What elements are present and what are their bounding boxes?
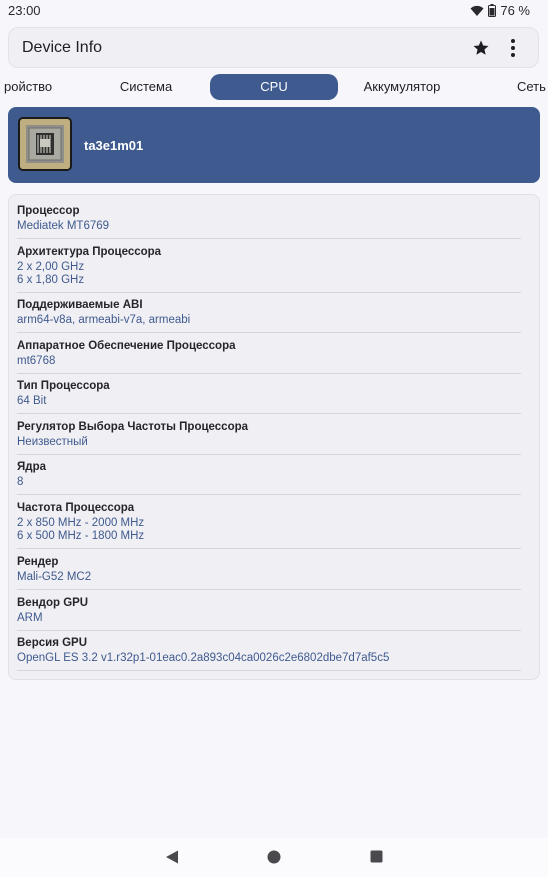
info-label: Процессор: [17, 205, 80, 217]
info-label: Ядра: [17, 461, 46, 473]
cpu-info-card: Процессор Mediatek MT6769 Архитектура Пр…: [8, 194, 540, 680]
info-label: Архитектура Процессора: [17, 246, 162, 258]
info-row-abi: Поддерживаемые ABI arm64-v8a, armeabi-v7…: [17, 299, 521, 333]
info-value: 2 x 850 MHz - 2000 MHz: [17, 517, 145, 529]
info-value: OpenGL ES 3.2 v1.r32p1-01eac0.2a893c04ca…: [17, 652, 390, 664]
tab-system[interactable]: Система: [96, 74, 196, 100]
info-value: Mali-G52 MC2: [17, 571, 92, 583]
info-value: mt6768: [17, 355, 56, 367]
info-value: 6 x 500 MHz - 1800 MHz: [17, 530, 145, 542]
info-row-gpu-version: Версия GPU OpenGL ES 3.2 v1.r32p1-01eac0…: [17, 637, 521, 671]
device-header-card: ta3e1m01: [8, 107, 540, 183]
info-row-gpu-vendor: Вендор GPU ARM: [17, 597, 521, 631]
home-icon[interactable]: [267, 850, 281, 869]
info-value: 6 x 1,80 GHz: [17, 274, 85, 286]
info-value: Неизвестный: [17, 436, 88, 448]
status-time: 23:00: [8, 3, 41, 18]
status-bar: 23:00 76 %: [0, 0, 548, 22]
battery-percent: 76 %: [500, 3, 530, 18]
info-value: Mediatek MT6769: [17, 220, 110, 232]
system-nav-bar: [0, 838, 548, 877]
recents-icon[interactable]: [370, 850, 383, 868]
app-title: Device Info: [22, 39, 103, 56]
info-label: Аппаратное Обеспечение Процессора: [17, 340, 236, 352]
tab-device[interactable]: ройство: [4, 74, 56, 100]
wifi-icon: [470, 5, 484, 17]
info-row-cores: Ядра 8: [17, 461, 521, 495]
info-label: Версия GPU: [17, 637, 88, 649]
info-value: 8: [17, 476, 24, 488]
battery-icon: [488, 4, 497, 17]
device-name: ta3e1m01: [84, 138, 144, 153]
info-row-renderer: Рендер Mali-G52 MC2: [17, 556, 521, 590]
star-icon[interactable]: [472, 39, 490, 62]
info-value: 64 Bit: [17, 395, 47, 407]
status-icons: 76 %: [470, 3, 530, 18]
tab-network[interactable]: Сеть: [517, 74, 548, 100]
back-icon[interactable]: [165, 850, 179, 869]
more-vert-icon[interactable]: [509, 38, 517, 63]
info-label: Вендор GPU: [17, 597, 89, 609]
info-label: Частота Процессора: [17, 502, 135, 514]
info-label: Регулятор Выбора Частоты Процессора: [17, 421, 249, 433]
info-row-architecture: Архитектура Процессора 2 x 2,00 GHz 6 x …: [17, 246, 521, 293]
tab-cpu[interactable]: CPU: [210, 74, 338, 100]
app-bar: Device Info: [8, 27, 539, 68]
info-row-frequency: Частота Процессора 2 x 850 MHz - 2000 MH…: [17, 502, 521, 549]
tab-bar: ройство Система CPU Аккумулятор Сеть: [0, 74, 548, 102]
cpu-chip-icon: [18, 117, 72, 171]
info-row-type: Тип Процессора 64 Bit: [17, 380, 521, 414]
info-row-processor: Процессор Mediatek MT6769: [17, 205, 521, 239]
tab-battery[interactable]: Аккумулятор: [352, 74, 452, 100]
info-value: arm64-v8a, armeabi-v7a, armeabi: [17, 314, 191, 326]
info-row-governor: Регулятор Выбора Частоты Процессора Неиз…: [17, 421, 521, 455]
info-value: 2 x 2,00 GHz: [17, 261, 85, 273]
info-row-hardware: Аппаратное Обеспечение Процессора mt6768: [17, 340, 521, 374]
info-value: ARM: [17, 612, 43, 624]
info-label: Рендер: [17, 556, 59, 568]
info-label: Поддерживаемые ABI: [17, 299, 143, 311]
info-label: Тип Процессора: [17, 380, 110, 392]
